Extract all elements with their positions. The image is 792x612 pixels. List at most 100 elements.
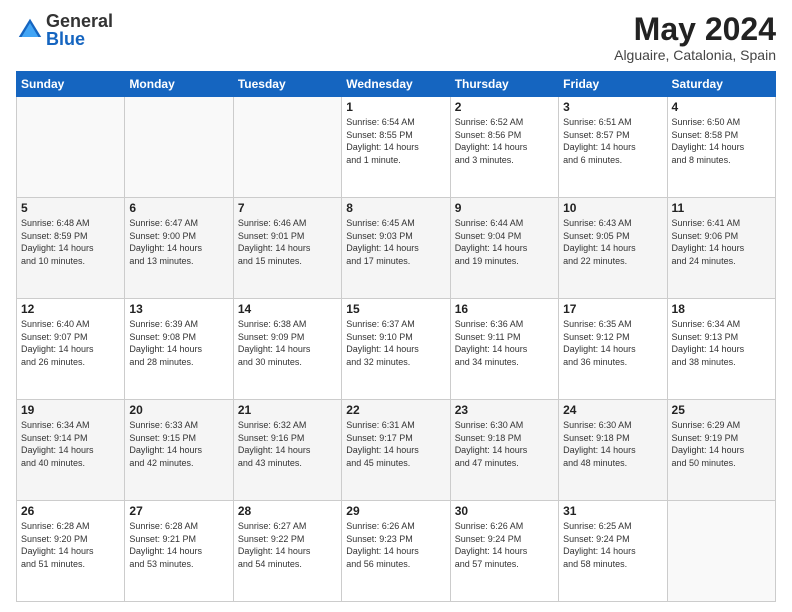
day-number: 10	[563, 201, 662, 215]
calendar-cell: 21 Sunrise: 6:32 AM Sunset: 9:16 PM Dayli…	[233, 400, 341, 501]
day-number: 14	[238, 302, 337, 316]
calendar-cell: 23 Sunrise: 6:30 AM Sunset: 9:18 PM Dayli…	[450, 400, 558, 501]
day-number: 19	[21, 403, 120, 417]
calendar-cell: 27 Sunrise: 6:28 AM Sunset: 9:21 PM Dayli…	[125, 501, 233, 602]
calendar-cell	[667, 501, 775, 602]
week-row-1: 1 Sunrise: 6:54 AM Sunset: 8:55 PM Daylig…	[17, 97, 776, 198]
calendar-cell: 9Sunrise: 6:44 AM Sunset: 9:04 PM Daylig…	[450, 198, 558, 299]
day-number: 15	[346, 302, 445, 316]
week-row-5: 26 Sunrise: 6:28 AM Sunset: 9:20 PM Dayli…	[17, 501, 776, 602]
calendar-header: Sunday Monday Tuesday Wednesday Thursday…	[17, 72, 776, 97]
calendar-cell: 3Sunrise: 6:51 AM Sunset: 8:57 PM Daylig…	[559, 97, 667, 198]
week-row-2: 5 Sunrise: 6:48 AM Sunset: 8:59 PM Daylig…	[17, 198, 776, 299]
col-thursday: Thursday	[450, 72, 558, 97]
calendar-cell: 5 Sunrise: 6:48 AM Sunset: 8:59 PM Daylig…	[17, 198, 125, 299]
day-info: Sunrise: 6:29 AM Sunset: 9:19 PM Dayligh…	[672, 419, 771, 469]
day-number: 17	[563, 302, 662, 316]
day-number: 2	[455, 100, 554, 114]
day-number: 7	[238, 201, 337, 215]
calendar-cell: 26 Sunrise: 6:28 AM Sunset: 9:20 PM Dayli…	[17, 501, 125, 602]
day-info: Sunrise: 6:28 AM Sunset: 9:20 PM Dayligh…	[21, 520, 120, 570]
calendar-cell: 15 Sunrise: 6:37 AM Sunset: 9:10 PM Dayli…	[342, 299, 450, 400]
day-info: Sunrise: 6:47 AM Sunset: 9:00 PM Dayligh…	[129, 217, 228, 267]
day-info: Sunrise: 6:28 AM Sunset: 9:21 PM Dayligh…	[129, 520, 228, 570]
calendar-cell: 31 Sunrise: 6:25 AM Sunset: 9:24 PM Dayli…	[559, 501, 667, 602]
day-number: 11	[672, 201, 771, 215]
logo-blue-label: Blue	[46, 30, 113, 48]
calendar-cell: 4 Sunrise: 6:50 AM Sunset: 8:58 PM Daylig…	[667, 97, 775, 198]
day-info: Sunrise: 6:54 AM Sunset: 8:55 PM Dayligh…	[346, 116, 445, 166]
day-number: 3	[563, 100, 662, 114]
month-title: May 2024	[614, 12, 776, 47]
calendar-cell: 16 Sunrise: 6:36 AM Sunset: 9:11 PM Dayli…	[450, 299, 558, 400]
day-info: Sunrise: 6:48 AM Sunset: 8:59 PM Dayligh…	[21, 217, 120, 267]
day-info: Sunrise: 6:32 AM Sunset: 9:16 PM Dayligh…	[238, 419, 337, 469]
day-info: Sunrise: 6:40 AM Sunset: 9:07 PM Dayligh…	[21, 318, 120, 368]
day-info: Sunrise: 6:41 AM Sunset: 9:06 PM Dayligh…	[672, 217, 771, 267]
day-info: Sunrise: 6:35 AM Sunset: 9:12 PM Dayligh…	[563, 318, 662, 368]
day-number: 26	[21, 504, 120, 518]
day-info: Sunrise: 6:39 AM Sunset: 9:08 PM Dayligh…	[129, 318, 228, 368]
calendar-cell: 11 Sunrise: 6:41 AM Sunset: 9:06 PM Dayli…	[667, 198, 775, 299]
day-number: 30	[455, 504, 554, 518]
calendar-cell: 14Sunrise: 6:38 AM Sunset: 9:09 PM Dayli…	[233, 299, 341, 400]
day-info: Sunrise: 6:26 AM Sunset: 9:24 PM Dayligh…	[455, 520, 554, 570]
day-info: Sunrise: 6:25 AM Sunset: 9:24 PM Dayligh…	[563, 520, 662, 570]
calendar-cell: 7 Sunrise: 6:46 AM Sunset: 9:01 PM Daylig…	[233, 198, 341, 299]
page: General Blue May 2024 Alguaire, Cataloni…	[0, 0, 792, 612]
day-info: Sunrise: 6:34 AM Sunset: 9:14 PM Dayligh…	[21, 419, 120, 469]
day-info: Sunrise: 6:44 AM Sunset: 9:04 PM Dayligh…	[455, 217, 554, 267]
week-row-3: 12Sunrise: 6:40 AM Sunset: 9:07 PM Dayli…	[17, 299, 776, 400]
day-number: 4	[672, 100, 771, 114]
day-info: Sunrise: 6:30 AM Sunset: 9:18 PM Dayligh…	[563, 419, 662, 469]
day-number: 13	[129, 302, 228, 316]
calendar-cell: 10 Sunrise: 6:43 AM Sunset: 9:05 PM Dayli…	[559, 198, 667, 299]
day-number: 23	[455, 403, 554, 417]
calendar-cell: 12Sunrise: 6:40 AM Sunset: 9:07 PM Dayli…	[17, 299, 125, 400]
day-number: 1	[346, 100, 445, 114]
day-info: Sunrise: 6:36 AM Sunset: 9:11 PM Dayligh…	[455, 318, 554, 368]
week-row-4: 19 Sunrise: 6:34 AM Sunset: 9:14 PM Dayli…	[17, 400, 776, 501]
day-number: 16	[455, 302, 554, 316]
day-number: 22	[346, 403, 445, 417]
day-number: 24	[563, 403, 662, 417]
calendar-cell: 2Sunrise: 6:52 AM Sunset: 8:56 PM Daylig…	[450, 97, 558, 198]
calendar-cell: 22Sunrise: 6:31 AM Sunset: 9:17 PM Dayli…	[342, 400, 450, 501]
day-number: 29	[346, 504, 445, 518]
day-number: 28	[238, 504, 337, 518]
day-number: 20	[129, 403, 228, 417]
calendar-cell: 1 Sunrise: 6:54 AM Sunset: 8:55 PM Daylig…	[342, 97, 450, 198]
header-row: Sunday Monday Tuesday Wednesday Thursday…	[17, 72, 776, 97]
col-wednesday: Wednesday	[342, 72, 450, 97]
col-sunday: Sunday	[17, 72, 125, 97]
calendar-cell: 18Sunrise: 6:34 AM Sunset: 9:13 PM Dayli…	[667, 299, 775, 400]
calendar-cell: 17 Sunrise: 6:35 AM Sunset: 9:12 PM Dayli…	[559, 299, 667, 400]
day-number: 5	[21, 201, 120, 215]
day-info: Sunrise: 6:30 AM Sunset: 9:18 PM Dayligh…	[455, 419, 554, 469]
calendar-cell: 28Sunrise: 6:27 AM Sunset: 9:22 PM Dayli…	[233, 501, 341, 602]
day-number: 31	[563, 504, 662, 518]
day-number: 21	[238, 403, 337, 417]
day-info: Sunrise: 6:50 AM Sunset: 8:58 PM Dayligh…	[672, 116, 771, 166]
day-info: Sunrise: 6:46 AM Sunset: 9:01 PM Dayligh…	[238, 217, 337, 267]
day-number: 27	[129, 504, 228, 518]
day-number: 6	[129, 201, 228, 215]
calendar-cell: 25 Sunrise: 6:29 AM Sunset: 9:19 PM Dayli…	[667, 400, 775, 501]
calendar-cell: 29Sunrise: 6:26 AM Sunset: 9:23 PM Dayli…	[342, 501, 450, 602]
calendar-cell: 6 Sunrise: 6:47 AM Sunset: 9:00 PM Daylig…	[125, 198, 233, 299]
calendar-cell	[17, 97, 125, 198]
day-info: Sunrise: 6:37 AM Sunset: 9:10 PM Dayligh…	[346, 318, 445, 368]
calendar-cell: 19 Sunrise: 6:34 AM Sunset: 9:14 PM Dayli…	[17, 400, 125, 501]
col-saturday: Saturday	[667, 72, 775, 97]
day-number: 18	[672, 302, 771, 316]
logo-text: General Blue	[46, 12, 113, 48]
location: Alguaire, Catalonia, Spain	[614, 47, 776, 63]
calendar-body: 1 Sunrise: 6:54 AM Sunset: 8:55 PM Daylig…	[17, 97, 776, 602]
calendar-cell: 8Sunrise: 6:45 AM Sunset: 9:03 PM Daylig…	[342, 198, 450, 299]
col-monday: Monday	[125, 72, 233, 97]
calendar-cell: 24 Sunrise: 6:30 AM Sunset: 9:18 PM Dayli…	[559, 400, 667, 501]
day-info: Sunrise: 6:43 AM Sunset: 9:05 PM Dayligh…	[563, 217, 662, 267]
calendar-cell: 30 Sunrise: 6:26 AM Sunset: 9:24 PM Dayli…	[450, 501, 558, 602]
col-tuesday: Tuesday	[233, 72, 341, 97]
day-number: 25	[672, 403, 771, 417]
